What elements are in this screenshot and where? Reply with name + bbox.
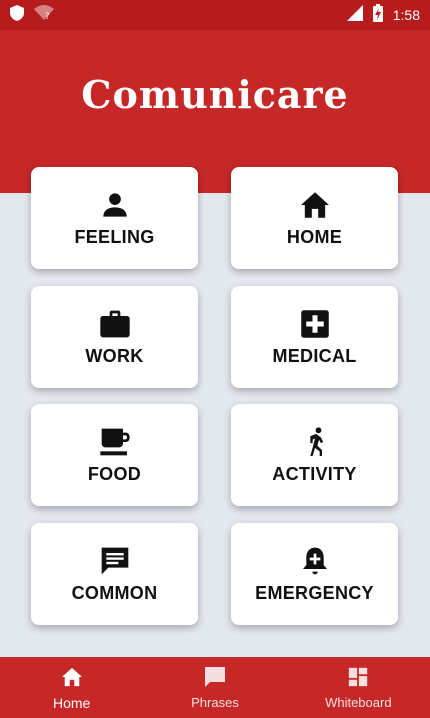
nav-label: Phrases (191, 695, 239, 710)
dashboard-icon (346, 665, 370, 689)
status-left: ? (10, 4, 54, 26)
alarm-bell-icon (299, 545, 331, 577)
category-card-medical[interactable]: MEDICAL (231, 286, 398, 388)
category-label: EMERGENCY (255, 582, 374, 603)
category-card-feeling[interactable]: FEELING (31, 167, 198, 269)
nav-label: Home (52, 694, 91, 711)
category-label: WORK (85, 345, 144, 366)
status-bar: ? 1:58 (0, 0, 430, 30)
medical-cross-icon (299, 308, 331, 340)
category-card-common[interactable]: COMMON (31, 523, 198, 625)
svg-text:?: ? (45, 12, 50, 21)
app-title: Comunicare (81, 72, 349, 117)
category-label: ACTIVITY (272, 463, 357, 484)
shield-icon (10, 4, 24, 26)
nav-label: Whiteboard (325, 695, 392, 710)
status-right: 1:58 (346, 3, 420, 27)
chat-message-icon (99, 545, 131, 577)
status-time: 1:58 (392, 7, 420, 23)
category-card-emergency[interactable]: EMERGENCY (231, 523, 398, 625)
running-person-icon (299, 426, 331, 458)
wifi-question-icon: ? (34, 4, 54, 26)
message-icon (203, 665, 227, 689)
nav-item-home[interactable]: Home (0, 657, 143, 718)
category-label: COMMON (71, 582, 158, 603)
battery-charging-icon (372, 3, 383, 27)
bottom-navigation: Home Phrases Whiteboard (0, 657, 430, 718)
category-card-work[interactable]: WORK (31, 286, 198, 388)
coffee-cup-icon (99, 426, 131, 458)
house-icon (299, 189, 331, 221)
category-card-activity[interactable]: ACTIVITY (231, 404, 398, 506)
home-icon (60, 665, 84, 689)
briefcase-icon (99, 308, 131, 340)
category-label: FEELING (74, 226, 155, 247)
category-label: HOME (286, 226, 343, 247)
category-label: FOOD (87, 463, 142, 484)
category-label: MEDICAL (272, 345, 357, 366)
nav-item-phrases[interactable]: Phrases (143, 657, 286, 718)
category-card-food[interactable]: FOOD (31, 404, 198, 506)
nav-item-whiteboard[interactable]: Whiteboard (287, 657, 430, 718)
person-icon (99, 189, 131, 221)
signal-icon (346, 4, 363, 26)
category-card-home[interactable]: HOME (231, 167, 398, 269)
